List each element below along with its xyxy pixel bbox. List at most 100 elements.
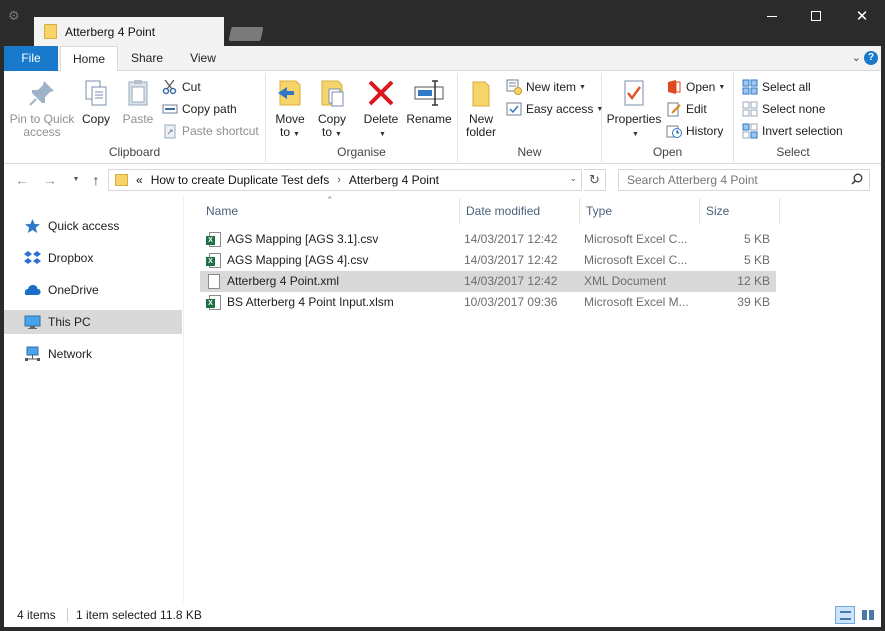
file-size: 5 KB bbox=[743, 232, 770, 246]
nav-item-quick-access[interactable]: Quick access bbox=[4, 214, 182, 238]
tab-home[interactable]: Home bbox=[60, 46, 118, 72]
column-header-type[interactable]: Type bbox=[580, 198, 700, 224]
history-button[interactable]: History bbox=[666, 121, 723, 141]
column-header-name[interactable]: Name bbox=[200, 198, 460, 224]
file-row-selected[interactable]: Atterberg 4 Point.xml 14/03/2017 12:42 X… bbox=[200, 271, 776, 292]
details-view-button[interactable] bbox=[835, 606, 855, 624]
address-bar[interactable]: « How to create Duplicate Test defs › At… bbox=[108, 169, 582, 191]
window-bottom-edge bbox=[0, 627, 885, 631]
nav-item-onedrive[interactable]: OneDrive bbox=[4, 278, 182, 302]
maximize-button[interactable] bbox=[793, 0, 839, 32]
column-header-date-modified[interactable]: Date modified bbox=[460, 198, 580, 224]
main-content: Quick access Dropbox OneDrive This PC Ne… bbox=[4, 195, 881, 602]
new-folder-button[interactable]: New folder bbox=[462, 77, 500, 139]
move-to-button[interactable]: Move to ▼ bbox=[272, 77, 308, 141]
status-divider bbox=[67, 608, 68, 622]
new-folder-icon bbox=[465, 77, 497, 109]
select-group: Select all Select none Invert selection … bbox=[734, 73, 852, 162]
select-none-button[interactable]: Select none bbox=[742, 99, 825, 119]
new-tab-button[interactable] bbox=[228, 27, 264, 41]
large-icons-view-button[interactable] bbox=[858, 606, 878, 624]
invert-selection-button[interactable]: Invert selection bbox=[742, 121, 843, 141]
minimize-button[interactable] bbox=[749, 0, 795, 32]
edit-label: Edit bbox=[686, 102, 707, 116]
cut-label: Cut bbox=[182, 80, 201, 94]
back-arrow-icon[interactable]: ← bbox=[14, 172, 30, 188]
address-row: ← → ▼ ↑ « How to create Duplicate Test d… bbox=[4, 164, 881, 196]
pin-to-quick-access-button[interactable]: Pin to Quick access bbox=[8, 77, 76, 139]
new-item-label: New item bbox=[526, 80, 577, 94]
copy-path-label: Copy path bbox=[182, 102, 237, 116]
paste-label: Paste bbox=[122, 112, 154, 126]
breadcrumb-item-current[interactable]: Atterberg 4 Point bbox=[349, 173, 439, 187]
copy-button[interactable]: Copy bbox=[78, 77, 114, 126]
chevron-down-icon: ▼ bbox=[718, 83, 726, 91]
address-dropdown-chevron-icon[interactable]: ⌄ bbox=[569, 173, 577, 184]
up-arrow-icon[interactable]: ↑ bbox=[88, 172, 104, 188]
new-item-button[interactable]: New item ▼ bbox=[506, 77, 586, 97]
breadcrumb-separator-icon[interactable]: › bbox=[337, 174, 341, 186]
organise-group: Move to ▼ Copy to ▼ Delete ▼ Rename Organi… bbox=[266, 73, 458, 162]
forward-arrow-icon[interactable]: → bbox=[42, 172, 58, 188]
properties-icon bbox=[618, 77, 650, 109]
column-header-size[interactable]: Size bbox=[700, 198, 780, 224]
file-name: AGS Mapping [AGS 3.1].csv bbox=[227, 232, 379, 246]
properties-label: Properties bbox=[606, 112, 662, 126]
file-row[interactable]: X AGS Mapping [AGS 4].csv 14/03/2017 12:… bbox=[200, 250, 776, 271]
quick-access-toolbar-icon[interactable]: ⚙ bbox=[8, 8, 24, 24]
organise-group-label: Organise bbox=[337, 145, 386, 159]
nav-item-network[interactable]: Network bbox=[4, 342, 182, 366]
file-name-cell: Atterberg 4 Point.xml bbox=[206, 271, 456, 292]
copy-path-button[interactable]: Copy path bbox=[162, 99, 237, 119]
recent-locations-chevron-icon[interactable]: ▼ bbox=[68, 172, 84, 188]
close-button[interactable]: ✕ bbox=[839, 0, 885, 32]
nav-item-dropbox[interactable]: Dropbox bbox=[4, 246, 182, 270]
file-size: 39 KB bbox=[737, 295, 770, 309]
properties-button[interactable]: Properties ▼ bbox=[606, 77, 662, 141]
tab-view[interactable]: View bbox=[180, 46, 226, 71]
copy-to-button[interactable]: Copy to ▼ bbox=[314, 77, 350, 141]
cut-button[interactable]: Cut bbox=[162, 77, 201, 97]
tab-file[interactable]: File bbox=[4, 46, 58, 71]
refresh-button[interactable]: ↻ bbox=[584, 169, 606, 191]
paste-shortcut-button[interactable]: Paste shortcut bbox=[162, 121, 259, 141]
delete-button[interactable]: Delete ▼ bbox=[360, 77, 402, 141]
pin-icon bbox=[26, 77, 58, 109]
new-group: New folder New item ▼ Easy access ▼ New bbox=[458, 73, 603, 162]
file-list: ⌃ Name Date modified Type Size X AGS Map… bbox=[200, 195, 881, 602]
help-icon[interactable]: ? bbox=[864, 51, 878, 65]
select-all-button[interactable]: Select all bbox=[742, 77, 811, 97]
breadcrumb-overflow[interactable]: « bbox=[136, 173, 143, 187]
easy-access-label: Easy access bbox=[526, 102, 594, 116]
computer-icon bbox=[24, 314, 41, 330]
ribbon-tabs: File Home Share View ⌄ ? bbox=[4, 46, 881, 72]
easy-access-button[interactable]: Easy access ▼ bbox=[506, 99, 603, 119]
file-date: 10/03/2017 09:36 bbox=[464, 295, 558, 309]
window-tab-active[interactable]: Atterberg 4 Point bbox=[34, 17, 224, 46]
nav-item-this-pc[interactable]: This PC bbox=[4, 310, 182, 334]
select-group-label: Select bbox=[776, 145, 810, 159]
nav-item-label: Dropbox bbox=[48, 251, 94, 265]
file-row[interactable]: X BS Atterberg 4 Point Input.xlsm 10/03/… bbox=[200, 292, 776, 313]
folder-icon bbox=[44, 24, 57, 39]
file-name: BS Atterberg 4 Point Input.xlsm bbox=[227, 295, 394, 309]
collapse-ribbon-chevron-icon[interactable]: ⌄ bbox=[852, 51, 861, 64]
search-input[interactable] bbox=[619, 170, 839, 190]
rename-button[interactable]: Rename bbox=[406, 77, 452, 126]
file-name-cell: X AGS Mapping [AGS 4].csv bbox=[206, 250, 456, 271]
edit-button[interactable]: Edit bbox=[666, 99, 707, 119]
open-button[interactable]: Open ▼ bbox=[666, 77, 725, 97]
search-icon[interactable] bbox=[851, 173, 863, 185]
scissors-icon bbox=[162, 79, 178, 95]
breadcrumb-item[interactable]: How to create Duplicate Test defs bbox=[151, 173, 330, 187]
paste-button[interactable]: Paste bbox=[118, 77, 158, 126]
file-row[interactable]: X AGS Mapping [AGS 3.1].csv 14/03/2017 1… bbox=[200, 229, 776, 250]
copy-to-label-line2: to bbox=[322, 125, 333, 139]
open-label: Open bbox=[686, 80, 716, 94]
search-box[interactable] bbox=[618, 169, 870, 191]
tab-share[interactable]: Share bbox=[122, 46, 172, 71]
copy-icon bbox=[80, 77, 112, 109]
move-to-label-line2: to bbox=[280, 125, 291, 139]
copy-to-icon bbox=[316, 77, 348, 109]
title-bar: ⚙ Atterberg 4 Point ✕ bbox=[0, 0, 885, 46]
